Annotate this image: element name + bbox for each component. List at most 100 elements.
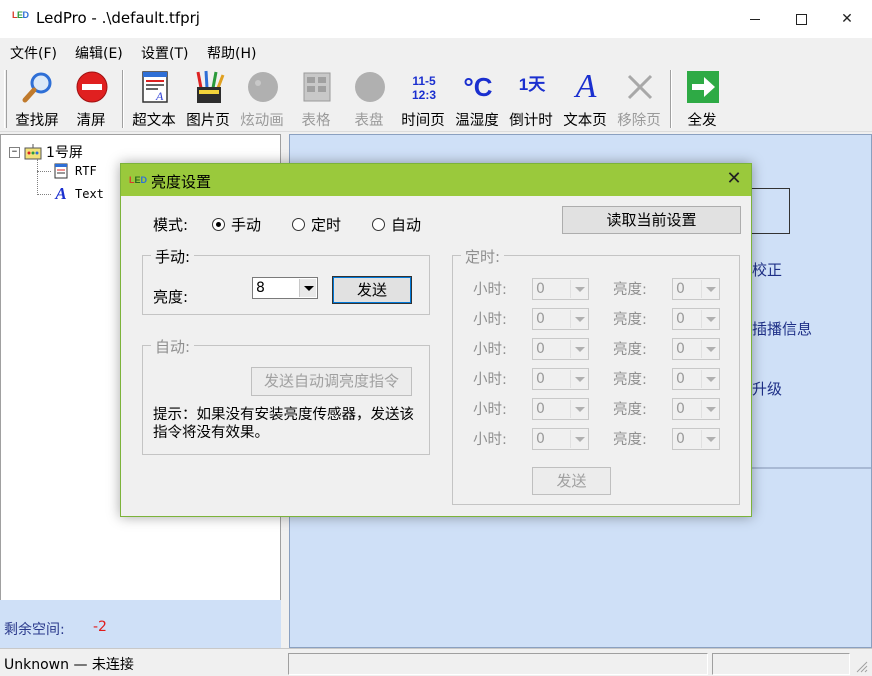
find-screen-button[interactable]: 查找屏 bbox=[10, 64, 64, 132]
table-icon bbox=[303, 72, 331, 102]
tree-connector bbox=[37, 171, 51, 172]
insert-message-link[interactable]: 插播信息 bbox=[752, 318, 812, 339]
tree-item-text[interactable]: A Text bbox=[53, 184, 104, 203]
dial-button[interactable]: 表盘 bbox=[342, 64, 396, 132]
chevron-down-icon bbox=[701, 430, 718, 448]
text-page-button[interactable]: A 文本页 bbox=[558, 64, 612, 132]
chevron-down-icon bbox=[570, 370, 587, 388]
time-page-button[interactable]: 11-5 12:3 时间页 bbox=[396, 64, 450, 132]
manual-send-button[interactable]: 发送 bbox=[332, 276, 412, 304]
tree-item-rtf[interactable]: RTF bbox=[53, 163, 97, 179]
letter-a-icon: A bbox=[575, 68, 597, 105]
dial-icon bbox=[355, 72, 385, 102]
chevron-down-icon bbox=[701, 310, 718, 328]
green-arrow-icon bbox=[687, 71, 719, 103]
tree-root-screen[interactable]: − 1号屏 bbox=[9, 142, 83, 162]
schedule-brightness-select[interactable]: 0 bbox=[672, 308, 720, 330]
tree-connector bbox=[37, 159, 38, 195]
radio-unchecked-icon bbox=[372, 218, 385, 231]
toolbar: 查找屏 清屏 A 超文本 图片页 炫动画 表格 表盘 11-5 12:3 时间页… bbox=[0, 64, 872, 132]
chevron-down-icon bbox=[299, 279, 316, 297]
tree-collapse-toggle[interactable]: − bbox=[9, 146, 20, 158]
picture-page-button[interactable]: 图片页 bbox=[181, 64, 235, 132]
connection-status: Unknown — 未连接 bbox=[4, 657, 134, 673]
chevron-down-icon bbox=[701, 280, 718, 298]
brightness-dialog: LED 亮度设置 ✕ 模式: 手动 定时 自动 读取当前设置 手动: 亮度: 8… bbox=[120, 163, 752, 517]
led-screen-icon bbox=[24, 144, 42, 160]
menu-bar: 文件(F) 编辑(E) 设置(T) 帮助(H) bbox=[0, 38, 872, 64]
menu-help[interactable]: 帮助(H) bbox=[207, 43, 256, 63]
dialog-close-button[interactable]: ✕ bbox=[717, 164, 751, 196]
schedule-hour-select[interactable]: 0 bbox=[532, 278, 589, 300]
schedule-brightness-select[interactable]: 0 bbox=[672, 278, 720, 300]
tree-item-label: Text bbox=[75, 187, 104, 201]
resize-grip-icon[interactable] bbox=[854, 659, 868, 673]
schedule-send-button[interactable]: 发送 bbox=[532, 467, 611, 495]
close-button[interactable]: ✕ bbox=[824, 0, 870, 38]
menu-settings[interactable]: 设置(T) bbox=[141, 43, 188, 63]
toolbar-grip[interactable] bbox=[4, 70, 7, 128]
menu-file[interactable]: 文件(F) bbox=[10, 43, 57, 63]
table-button[interactable]: 表格 bbox=[289, 64, 343, 132]
status-cell bbox=[288, 653, 708, 675]
mode-manual-radio[interactable]: 手动 bbox=[212, 214, 261, 235]
window-title: LedPro - .\default.tfprj bbox=[36, 9, 200, 27]
schedule-hour-select[interactable]: 0 bbox=[532, 308, 589, 330]
send-auto-brightness-button[interactable]: 发送自动调亮度指令 bbox=[251, 367, 412, 396]
schedule-brightness-select[interactable]: 0 bbox=[672, 428, 720, 450]
calibrate-link[interactable]: 校正 bbox=[752, 259, 782, 280]
tree-item-label: RTF bbox=[75, 164, 97, 178]
status-cell bbox=[712, 653, 850, 675]
clear-screen-button[interactable]: 清屏 bbox=[64, 64, 118, 132]
tree-root-label: 1号屏 bbox=[46, 145, 83, 161]
mode-auto-radio[interactable]: 自动 bbox=[372, 214, 421, 235]
app-logo-icon: LED bbox=[12, 10, 29, 20]
animation-button[interactable]: 炫动画 bbox=[235, 64, 289, 132]
title-bar: LED LedPro - .\default.tfprj ✕ bbox=[0, 0, 872, 38]
minimize-icon bbox=[750, 18, 760, 20]
remaining-space-label: 剩余空间: bbox=[4, 622, 65, 638]
schedule-brightness-select[interactable]: 0 bbox=[672, 368, 720, 390]
countdown-button[interactable]: 1天 倒计时 bbox=[504, 64, 558, 132]
schedule-hour-label: 小时: bbox=[473, 342, 507, 358]
clock-text-icon: 11-5 12:3 bbox=[411, 74, 437, 102]
remove-page-button[interactable]: 移除页 bbox=[612, 64, 666, 132]
auto-group-title: 自动: bbox=[151, 336, 195, 357]
thermometer-icon: °C bbox=[463, 72, 493, 102]
manual-group: 手动: 亮度: 8 发送 bbox=[142, 246, 430, 315]
rich-text-button[interactable]: A 超文本 bbox=[127, 64, 181, 132]
brightness-select[interactable]: 8 bbox=[252, 277, 318, 299]
chevron-down-icon bbox=[701, 400, 718, 418]
schedule-hour-select[interactable]: 0 bbox=[532, 338, 589, 360]
schedule-hour-select[interactable]: 0 bbox=[532, 428, 589, 450]
schedule-brightness-select[interactable]: 0 bbox=[672, 398, 720, 420]
remaining-space-value: -2 bbox=[93, 619, 107, 635]
text-a-icon: A bbox=[55, 184, 67, 203]
schedule-group: 定时: 小时: 0 亮度: 0 小时: 0 亮度: 0 小时: 0 亮度: 0 小时: 0 亮度: 0 小时: 0… bbox=[452, 246, 740, 505]
schedule-hour-select[interactable]: 0 bbox=[532, 368, 589, 390]
schedule-hour-label: 小时: bbox=[473, 372, 507, 388]
close-icon: ✕ bbox=[841, 11, 853, 27]
upgrade-link[interactable]: 升级 bbox=[752, 378, 782, 399]
chevron-down-icon bbox=[570, 340, 587, 358]
menu-edit[interactable]: 编辑(E) bbox=[75, 43, 123, 63]
radio-unchecked-icon bbox=[292, 218, 305, 231]
mode-label: 模式: bbox=[153, 216, 189, 234]
chevron-down-icon bbox=[701, 340, 718, 358]
remove-x-icon bbox=[627, 74, 653, 100]
mode-timed-radio[interactable]: 定时 bbox=[292, 214, 341, 235]
maximize-button[interactable] bbox=[778, 0, 824, 38]
minimize-button[interactable] bbox=[732, 0, 778, 38]
schedule-brightness-label: 亮度: bbox=[613, 432, 647, 448]
send-all-button[interactable]: 全发 bbox=[675, 64, 729, 132]
temperature-button[interactable]: °C 温湿度 bbox=[450, 64, 504, 132]
schedule-hour-label: 小时: bbox=[473, 282, 507, 298]
magnifier-icon bbox=[22, 72, 52, 103]
schedule-brightness-select[interactable]: 0 bbox=[672, 338, 720, 360]
document-icon: A bbox=[142, 71, 168, 103]
read-current-settings-button[interactable]: 读取当前设置 bbox=[562, 206, 741, 234]
chevron-down-icon bbox=[570, 310, 587, 328]
dialog-title-bar[interactable]: LED 亮度设置 ✕ bbox=[121, 164, 751, 196]
pencil-cup-icon bbox=[196, 70, 225, 103]
schedule-hour-select[interactable]: 0 bbox=[532, 398, 589, 420]
